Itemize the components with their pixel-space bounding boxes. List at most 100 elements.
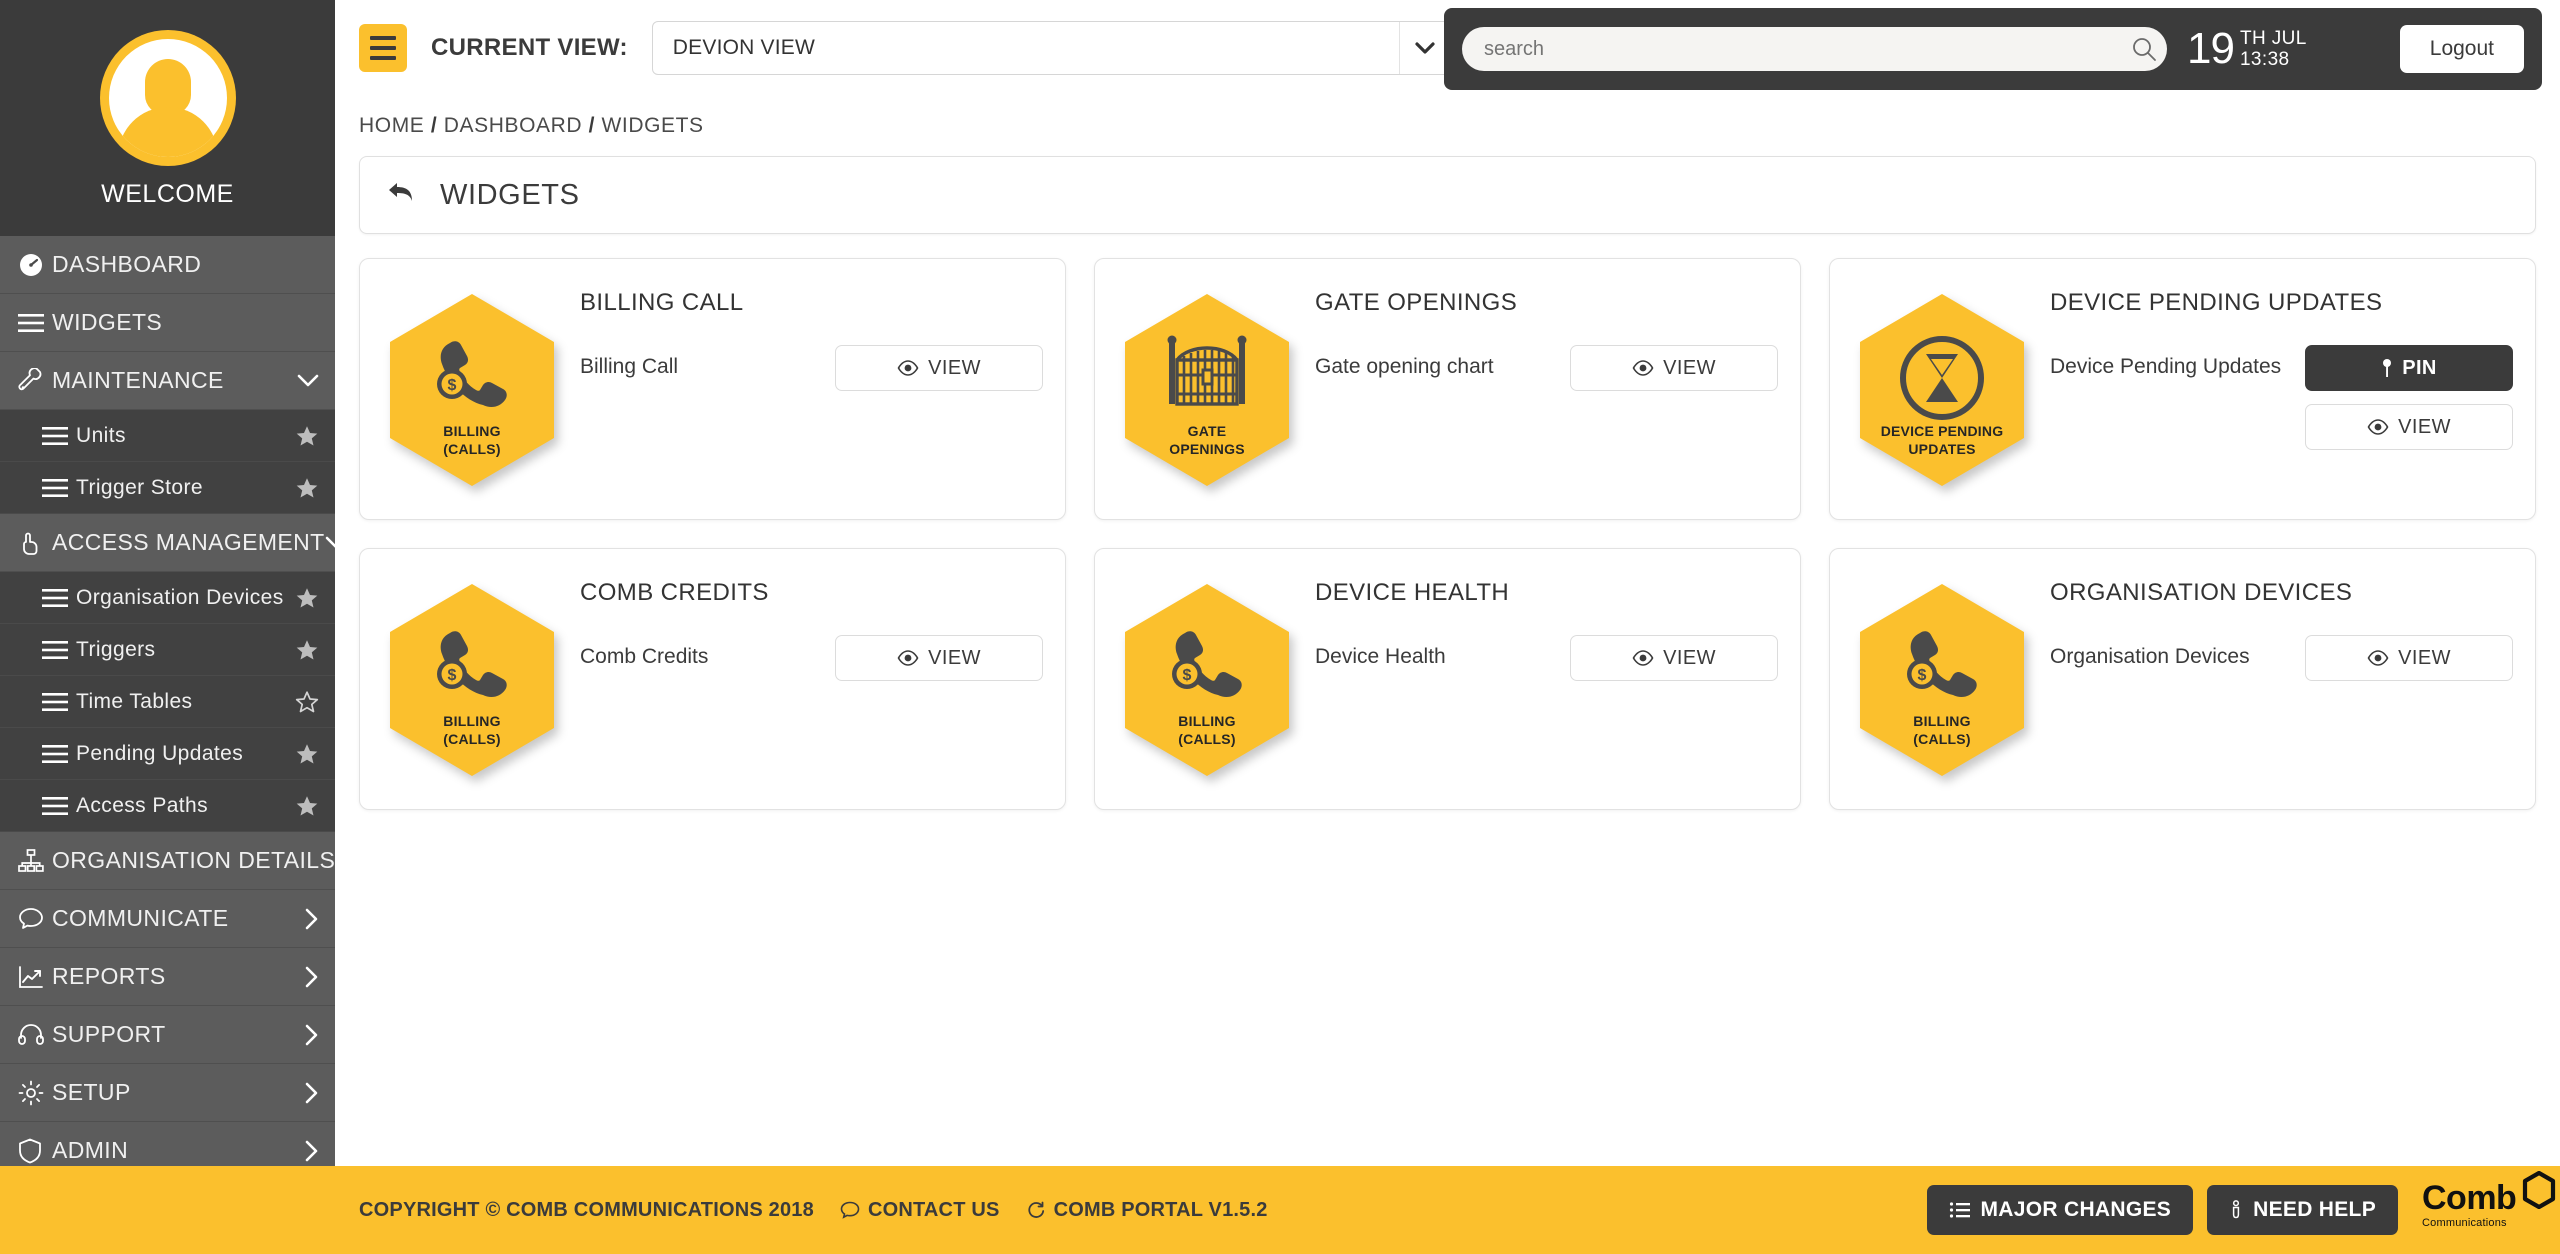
hex-label-line1: DEVICE PENDING [1880,423,2004,439]
sidebar-item-pending-updates[interactable]: Pending Updates [0,728,335,780]
svg-text:$: $ [1918,667,1927,684]
contact-us-link[interactable]: CONTACT US [840,1199,1000,1222]
list-icon [1949,1201,1971,1219]
sidebar-item-setup[interactable]: SETUP [0,1064,335,1122]
eye-icon [897,360,919,376]
chevron-down-icon[interactable] [325,536,347,550]
current-view-label: CURRENT VIEW: [431,34,628,61]
chevron-down-icon[interactable] [285,374,319,388]
pin-button[interactable]: PIN [2305,345,2513,391]
widget-description: Billing Call [580,355,679,378]
sidebar-item-trigger-store[interactable]: Trigger Store [0,462,335,514]
breadcrumb-home[interactable]: HOME [359,114,424,137]
svg-text:$: $ [448,667,457,684]
hexagon-mark-icon [2522,1170,2556,1214]
need-help-label: NEED HELP [2253,1198,2376,1221]
breadcrumb-separator: / [430,114,438,137]
hamburger-icon[interactable] [359,24,407,72]
widget-hex-icon: $ BILLING (CALLS) [374,279,570,501]
star-filled-icon[interactable] [285,476,319,500]
star-filled-icon[interactable] [285,586,319,610]
sidebar-item-widgets[interactable]: WIDGETS [0,294,335,352]
sidebar-item-label: DASHBOARD [52,251,202,277]
svg-text:$: $ [448,377,457,394]
sidebar-item-communicate[interactable]: COMMUNICATE [0,890,335,948]
breadcrumb-widgets[interactable]: WIDGETS [601,114,703,137]
widget-hex-icon: $ BILLING (CALLS) [374,569,570,791]
star-filled-icon[interactable] [285,742,319,766]
sidebar-item-label: REPORTS [52,963,166,989]
star-outline-icon[interactable] [285,690,319,714]
back-arrow-icon[interactable] [386,179,416,211]
breadcrumb-dashboard[interactable]: DASHBOARD [444,114,582,137]
major-changes-button[interactable]: MAJOR CHANGES [1926,1185,2194,1235]
sidebar-item-units[interactable]: Units [0,410,335,462]
widget-description: Device Pending Updates [2050,355,2282,378]
sidebar-item-label: SETUP [52,1079,131,1105]
footer: COPYRIGHT © COMB COMMUNICATIONS 2018 CON… [335,1166,2560,1254]
chevron-right-icon[interactable] [335,850,349,872]
widget-card: $ BILLING (CALLS) COMB CREDITS Comb Credits V… [359,548,1066,810]
sidebar-item-label: Triggers [76,637,156,661]
sidebar-item-label: ACCESS MANAGEMENT [52,529,325,555]
sidebar-item-label: ADMIN [52,1137,129,1163]
search-input[interactable] [1462,37,2121,61]
button-label: VIEW [928,646,981,669]
sidebar-item-access-paths[interactable]: Access Paths [0,780,335,832]
sidebar-item-organisation-details[interactable]: ORGANISATION DETAILS [0,832,348,890]
widget-description: Gate opening chart [1315,355,1494,378]
view-button[interactable]: VIEW [835,635,1043,681]
widget-body: COMB CREDITS Comb Credits VIEW [570,569,1043,791]
sitemap-icon [18,848,52,873]
current-view-select[interactable]: DEVION VIEW [651,21,1452,75]
star-filled-icon[interactable] [285,638,319,662]
clock-time: 13:38 [2239,49,2290,70]
chevron-down-icon[interactable] [1398,22,1451,74]
hamburger-icon [42,692,76,712]
widget-card: DEVICE PENDING UPDATES DEVICE PENDING UPDA… [1829,258,2536,520]
sidebar-item-triggers[interactable]: Triggers [0,624,335,676]
view-button[interactable]: VIEW [2305,404,2513,450]
search-box[interactable] [1462,27,2167,71]
button-label: VIEW [2398,646,2451,669]
breadcrumb-separator: / [588,114,596,137]
chevron-right-icon[interactable] [285,1140,319,1162]
hex-label-line2: (CALLS) [1178,730,1236,747]
sidebar-item-organisation-devices[interactable]: Organisation Devices [0,572,335,624]
widget-card: $ BILLING (CALLS) BILLING CALL Billing Call V… [359,258,1066,520]
hex-label-line2: (CALLS) [1913,730,1971,747]
search-icon[interactable] [2121,36,2167,62]
star-filled-icon[interactable] [285,794,319,818]
view-button[interactable]: VIEW [835,345,1043,391]
wrench-icon [18,367,52,394]
portal-version-label: COMB PORTAL V1.5.2 [1053,1198,1268,1221]
hex-label-line1: BILLING [443,713,501,729]
view-button[interactable]: VIEW [1570,345,1778,391]
eye-icon [2367,419,2389,435]
star-filled-icon[interactable] [285,424,319,448]
chevron-right-icon[interactable] [285,966,319,988]
logout-button[interactable]: Logout [2399,25,2524,73]
chevron-right-icon[interactable] [285,1082,319,1104]
sidebar-item-support[interactable]: SUPPORT [0,1006,335,1064]
need-help-button[interactable]: NEED HELP [2207,1185,2398,1235]
sidebar-item-time-tables[interactable]: Time Tables [0,676,335,728]
eye-icon [1632,650,1654,666]
portal-version[interactable]: COMB PORTAL V1.5.2 [1026,1199,1268,1222]
chevron-right-icon[interactable] [285,908,319,930]
widget-card: $ BILLING (CALLS) ORGANISATION DEVICES Organ… [1829,548,2536,810]
button-label: VIEW [928,356,981,379]
sidebar-item-maintenance[interactable]: MAINTENANCE [0,352,335,410]
sidebar-item-dashboard[interactable]: DASHBOARD [0,236,335,294]
date-month: TH JUL [2239,27,2307,49]
sidebar-item-reports[interactable]: REPORTS [0,948,335,1006]
refresh-icon [1026,1200,1046,1220]
chevron-right-icon[interactable] [285,1024,319,1046]
sidebar-item-access-management[interactable]: ACCESS MANAGEMENT [0,514,346,572]
shield-icon [18,1138,52,1164]
copyright-text: COPYRIGHT © COMB COMMUNICATIONS 2018 [359,1198,814,1221]
widget-title: COMB CREDITS [580,579,769,606]
phone-dollar-icon: $ [386,624,558,706]
view-button[interactable]: VIEW [1570,635,1778,681]
view-button[interactable]: VIEW [2305,635,2513,681]
